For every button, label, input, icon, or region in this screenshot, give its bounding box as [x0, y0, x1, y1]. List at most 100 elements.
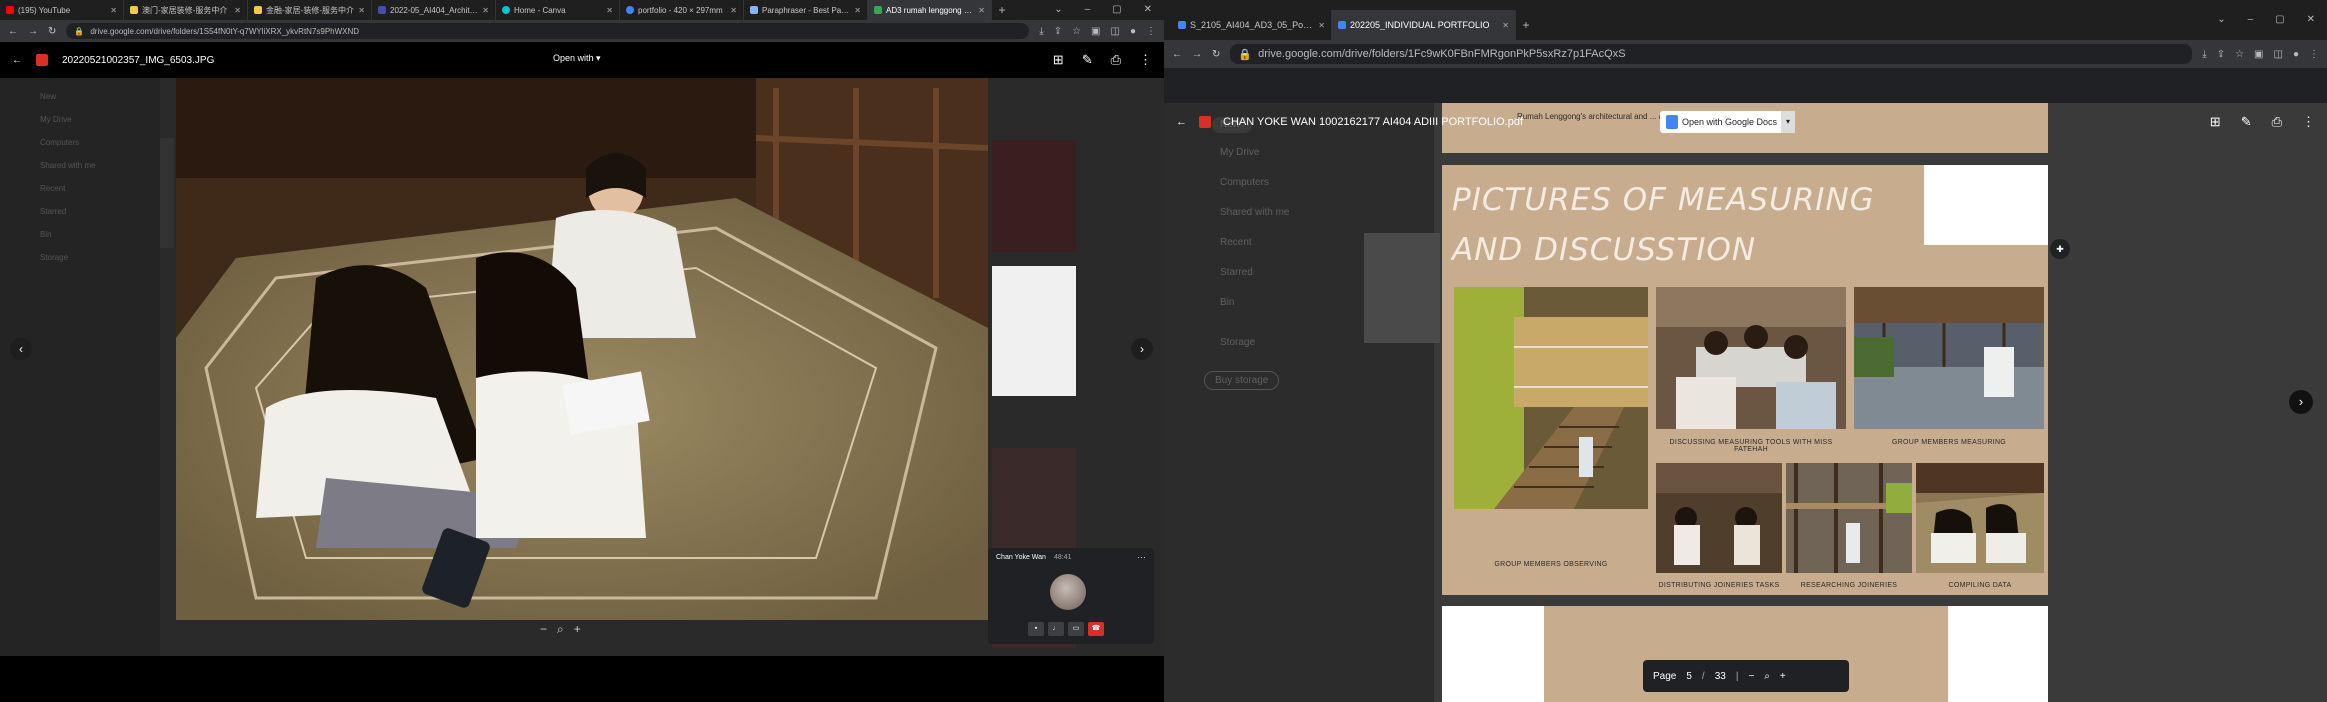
open-with-google-docs-button[interactable]: Open with Google Docs ▾	[1660, 111, 1796, 133]
add-comment-icon[interactable]: ✚	[2050, 239, 2070, 259]
share-icon[interactable]: ⇪	[1054, 26, 1062, 37]
new-tab-button[interactable]: +	[1516, 10, 1536, 40]
url-field[interactable]: 🔒 drive.google.com/drive/folders/1S54fN0…	[66, 23, 1030, 39]
close-icon[interactable]: ✕	[978, 6, 985, 15]
extensions-icon[interactable]: ▣	[2254, 49, 2263, 60]
sidepanel-icon[interactable]: ◫	[2274, 49, 2283, 60]
close-icon[interactable]: ✕	[110, 6, 117, 15]
end-call-icon[interactable]: ☎	[1088, 622, 1104, 636]
comment-icon[interactable]: ✎	[1082, 52, 1093, 68]
youtube-favicon-icon	[6, 6, 14, 14]
current-page-field[interactable]: 5	[1686, 671, 1692, 682]
meet-pip-window[interactable]: Chan Yoke Wan 48:41 ⋯ ▪ ♩ ▭ ☎	[988, 548, 1154, 644]
print-icon[interactable]: ⎙	[1111, 52, 1121, 68]
sidebar-item-bin: Bin	[40, 230, 52, 239]
install-icon[interactable]: ⤓	[2202, 49, 2206, 60]
right-browser-window: S_2105_AI404_AD3_05_Portfolio ✕ 202205_IN…	[1164, 0, 2327, 702]
new-tab-button[interactable]: +	[992, 0, 1012, 20]
reload-icon[interactable]: ↻	[1212, 49, 1220, 60]
caption-discussing: DISCUSSING MEASURING TOOLS WITH MISS FAT…	[1669, 439, 1833, 453]
file-thumbnail	[992, 266, 1076, 396]
close-icon[interactable]: ✕	[606, 6, 613, 15]
add-to-drive-icon[interactable]: ⊞	[2210, 114, 2221, 130]
caption-observing: GROUP MEMBERS OBSERVING	[1494, 561, 1608, 568]
caption-measuring: GROUP MEMBERS MEASURING	[1891, 439, 2007, 446]
sidebar-item-recent: Recent	[40, 184, 66, 193]
dim-drive-sidebar	[1164, 103, 1434, 702]
page-white-block	[1924, 165, 2048, 245]
comment-icon[interactable]: ✎	[2241, 114, 2252, 130]
close-window-icon[interactable]: ✕	[1144, 0, 1152, 20]
profile-avatar-icon[interactable]: ●	[2293, 49, 2299, 60]
next-file-button[interactable]: ›	[2289, 390, 2313, 414]
star-icon[interactable]: ☆	[1072, 26, 1081, 37]
menu-icon[interactable]: ⋮	[1146, 26, 1156, 37]
page-title: PICTURES OF MEASURING AND DISCUSSTION	[1452, 182, 1875, 268]
extensions-icon[interactable]: ▣	[1091, 26, 1100, 37]
maximize-icon[interactable]: ▢	[1112, 0, 1121, 20]
back-icon[interactable]: ←	[1172, 49, 1182, 60]
camera-icon[interactable]: ▪	[1028, 622, 1044, 636]
tab-1[interactable]: 澳门-家居装修-服务中介 ✕	[124, 0, 248, 20]
minimize-icon[interactable]: –	[2248, 0, 2254, 40]
back-arrow-icon[interactable]: ←	[12, 55, 22, 66]
tab-drive-active[interactable]: AD3 rumah lenggong - Go ✕	[868, 0, 992, 20]
bottom-black-bar	[0, 656, 1164, 702]
forward-icon[interactable]: →	[28, 26, 38, 37]
minimize-icon[interactable]: –	[1085, 0, 1091, 20]
present-icon[interactable]: ▭	[1068, 622, 1084, 636]
zoom-in-icon[interactable]: +	[574, 622, 581, 637]
divider: |	[1735, 670, 1739, 682]
tab-paraphraser[interactable]: Paraphraser - Best Paraph ✕	[744, 0, 868, 20]
more-icon[interactable]: ⋯	[1137, 552, 1146, 563]
forward-icon[interactable]: →	[1192, 49, 1202, 60]
chevron-down-icon[interactable]: ⌄	[1054, 0, 1062, 20]
url-field[interactable]: 🔒 drive.google.com/drive/folders/1Fc9wK0…	[1230, 44, 2193, 64]
zoom-icon[interactable]: ⌕	[1764, 671, 1770, 682]
chevron-down-icon[interactable]: ⌄	[2217, 0, 2225, 40]
close-window-icon[interactable]: ✕	[2307, 0, 2315, 40]
tab-portfolio[interactable]: portfolio - 420 × 297mm ✕	[620, 0, 744, 20]
drive-favicon-icon	[1178, 21, 1186, 29]
tab-individual-portfolio[interactable]: 202205_INDIVIDUAL PORTFOLIO ✕	[1332, 10, 1516, 40]
close-icon[interactable]: ✕	[482, 6, 489, 15]
back-arrow-icon[interactable]: ←	[1176, 116, 1187, 128]
profile-avatar-icon[interactable]: ●	[1130, 26, 1136, 37]
print-icon[interactable]: ⎙	[2272, 114, 2282, 130]
tab-youtube[interactable]: (195) YouTube ✕	[0, 0, 124, 20]
close-icon[interactable]: ✕	[234, 6, 241, 15]
install-icon[interactable]: ⤓	[1039, 26, 1043, 37]
close-icon[interactable]: ✕	[854, 6, 861, 15]
tab-portfolio-folder[interactable]: S_2105_AI404_AD3_05_Portfolio ✕	[1172, 10, 1332, 40]
more-icon[interactable]: ⋮	[1139, 52, 1152, 68]
star-icon[interactable]: ☆	[2235, 49, 2244, 60]
close-icon[interactable]: ✕	[730, 6, 737, 15]
microphone-icon[interactable]: ♩	[1048, 622, 1064, 636]
add-to-drive-icon[interactable]: ⊞	[1053, 52, 1064, 68]
photo-compiling	[1916, 463, 2044, 573]
chevron-down-icon[interactable]: ▾	[1781, 111, 1796, 133]
sidepanel-icon[interactable]: ◫	[1111, 26, 1120, 37]
reload-icon[interactable]: ↻	[48, 26, 56, 37]
share-icon[interactable]: ⇪	[2217, 49, 2225, 60]
menu-icon[interactable]: ⋮	[2309, 49, 2319, 60]
close-icon[interactable]: ✕	[1502, 21, 1509, 30]
open-with-button[interactable]: Open with ▾	[553, 53, 601, 64]
sidebar-item-recent: Recent	[1220, 237, 1252, 248]
previous-image-button[interactable]: ‹	[10, 338, 32, 360]
close-icon[interactable]: ✕	[1318, 21, 1325, 30]
maximize-icon[interactable]: ▢	[2275, 0, 2284, 40]
tab-3[interactable]: 2022-05_AI404_Architectu ✕	[372, 0, 496, 20]
tab-2[interactable]: 金融-家居-装修-服务中介 ✕	[248, 0, 372, 20]
close-icon[interactable]: ✕	[358, 6, 365, 15]
zoom-icon[interactable]: ⌕	[557, 622, 564, 637]
open-with-label: Open with	[553, 53, 594, 63]
zoom-in-icon[interactable]: +	[1780, 671, 1786, 682]
url-text: drive.google.com/drive/folders/1Fc9wK0FB…	[1258, 48, 1626, 60]
back-icon[interactable]: ←	[8, 26, 18, 37]
more-icon[interactable]: ⋮	[2302, 114, 2315, 130]
next-image-button[interactable]: ›	[1131, 338, 1153, 360]
zoom-out-icon[interactable]: −	[540, 622, 547, 637]
tab-canva[interactable]: Home - Canva ✕	[496, 0, 620, 20]
zoom-out-icon[interactable]: −	[1748, 671, 1754, 682]
